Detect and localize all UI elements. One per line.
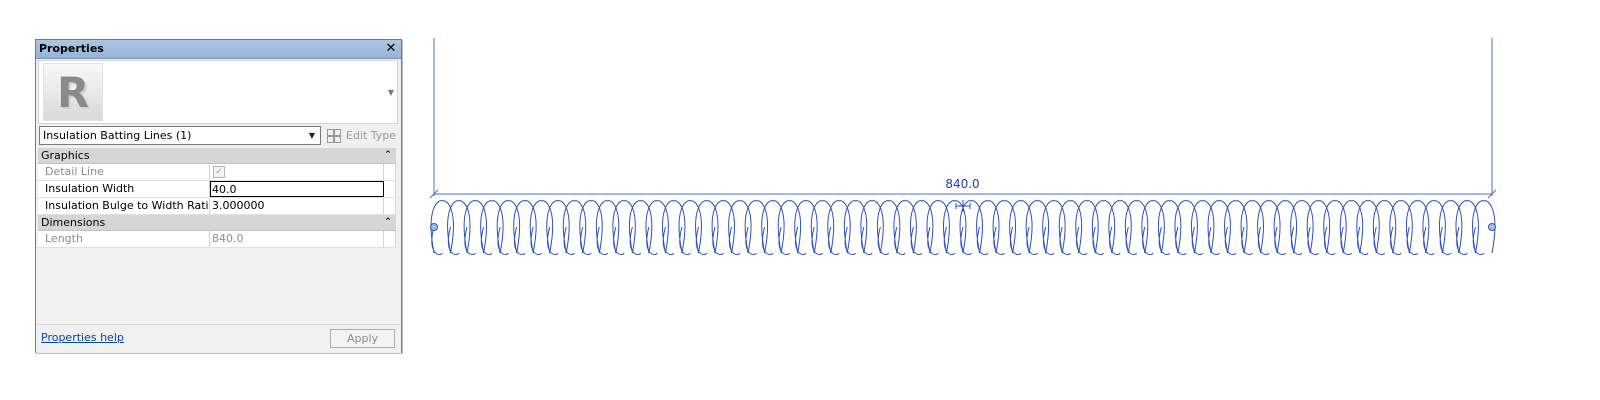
type-selector-row: Insulation Batting Lines (1) ▼ Edit Type	[39, 126, 399, 146]
property-row-length: Length 840.0	[38, 231, 396, 248]
revit-logo-icon: R	[43, 63, 103, 121]
dimension-value-label[interactable]: 840.0	[940, 177, 985, 191]
group-graphics[interactable]: Graphics ⌃	[38, 148, 396, 164]
property-row-insulation-width: Insulation Width 40.0	[38, 181, 396, 198]
drawing-canvas[interactable]: 840.0	[420, 30, 1520, 290]
type-preview: R ▼	[38, 60, 398, 124]
edit-type-icon	[327, 128, 341, 143]
preview-dropdown-icon[interactable]: ▼	[388, 88, 394, 97]
bulge-ratio-input[interactable]: 3.000000	[210, 198, 384, 214]
close-icon[interactable]: ✕	[385, 40, 397, 58]
group-dimensions[interactable]: Dimensions ⌃	[38, 215, 396, 231]
apply-button[interactable]: Apply	[330, 329, 395, 348]
drawing-svg[interactable]	[420, 30, 1520, 290]
property-label: Detail Line	[38, 164, 210, 180]
properties-help-link[interactable]: Properties help	[41, 331, 124, 344]
endpoint-grip-right[interactable]	[1488, 223, 1496, 231]
property-row-bulge-ratio: Insulation Bulge to Width Ratio (... 3.0…	[38, 198, 396, 215]
property-label: Insulation Bulge to Width Ratio (...	[38, 198, 210, 214]
property-value: ✓	[210, 164, 384, 180]
group-label: Graphics	[41, 149, 90, 162]
property-row-button	[384, 198, 396, 214]
type-selector-value: Insulation Batting Lines (1)	[43, 129, 192, 142]
group-label: Dimensions	[41, 216, 106, 229]
type-selector[interactable]: Insulation Batting Lines (1) ▼	[39, 126, 321, 145]
property-label: Insulation Width	[38, 181, 210, 197]
logo-letter: R	[56, 67, 90, 117]
chevron-down-icon[interactable]: ▼	[305, 128, 319, 143]
length-value: 840.0	[210, 231, 384, 247]
collapse-icon[interactable]: ⌃	[383, 148, 393, 163]
detail-line-checkbox: ✓	[213, 166, 225, 178]
edit-type-button[interactable]: Edit Type	[326, 126, 398, 145]
palette-title: Properties	[39, 42, 104, 55]
property-row-button	[384, 164, 396, 180]
palette-titlebar[interactable]: Properties ✕	[36, 40, 401, 59]
property-grid: Graphics ⌃ Detail Line ✓ Insulation Widt…	[38, 148, 396, 248]
property-row-button	[384, 181, 396, 197]
collapse-icon[interactable]: ⌃	[383, 215, 393, 230]
insulation-width-input[interactable]: 40.0	[210, 181, 384, 197]
edit-type-label: Edit Type	[346, 129, 397, 142]
property-label: Length	[38, 231, 210, 247]
palette-footer: Properties help Apply	[36, 324, 401, 353]
property-row-button	[384, 231, 396, 247]
properties-palette: Properties ✕ R ▼ Insulation Batting Line…	[35, 39, 402, 353]
property-row-detail-line: Detail Line ✓	[38, 164, 396, 181]
endpoint-grip-left[interactable]	[430, 223, 438, 231]
